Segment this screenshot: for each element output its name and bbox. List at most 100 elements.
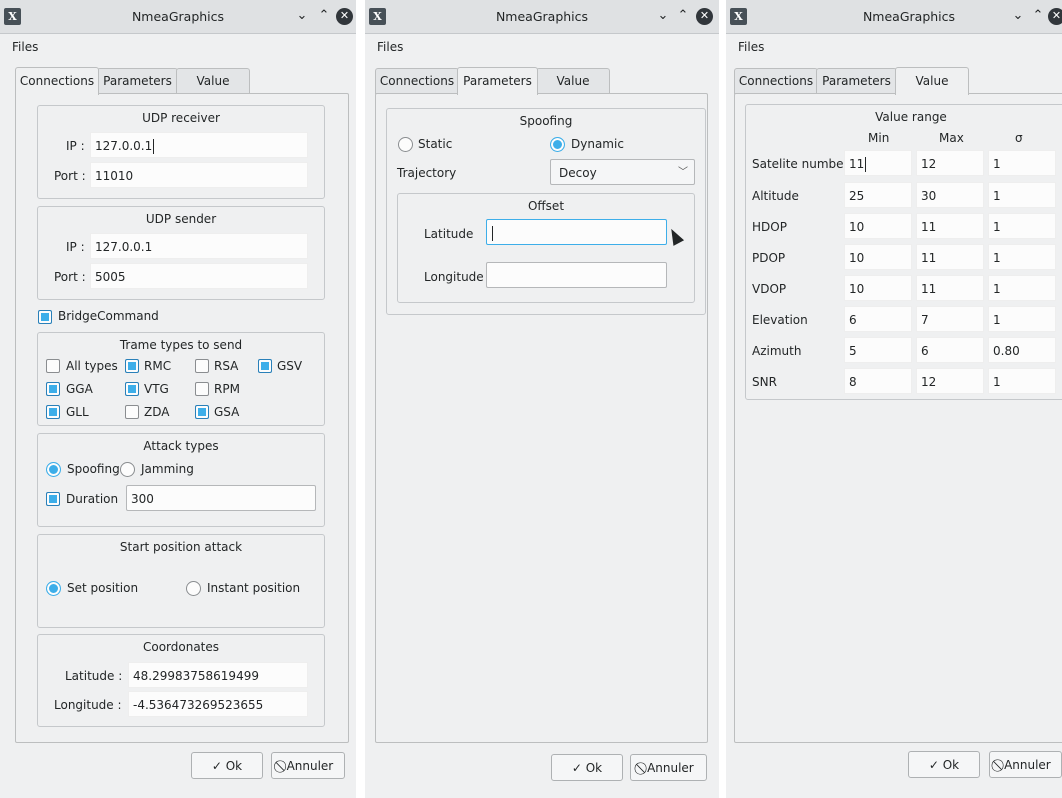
checkbox-vtg[interactable]	[125, 382, 139, 396]
sender-ip-field[interactable]: 127.0.0.1	[90, 233, 308, 259]
minimize-icon[interactable]: ⌄	[292, 6, 312, 26]
sigma-field-vdop[interactable]: 1	[988, 275, 1056, 301]
tab-connections[interactable]: Connections	[734, 68, 818, 94]
sigma-field-satelite-number[interactable]: 1	[988, 150, 1056, 176]
receiver-port-field[interactable]: 11010	[90, 162, 308, 188]
maximize-icon[interactable]: ⌃	[1028, 6, 1048, 26]
cancel-button[interactable]: ⃠ Annuler	[630, 754, 707, 781]
minimize-icon[interactable]: ⌄	[653, 6, 673, 26]
bridgecommand-checkbox[interactable]	[38, 310, 52, 324]
close-icon[interactable]: ✕	[1048, 8, 1062, 25]
tab-parameters[interactable]: Parameters	[97, 68, 178, 94]
checkbox-gga[interactable]	[46, 382, 60, 396]
min-field-hdop[interactable]: 10	[844, 213, 912, 239]
duration-label[interactable]: Duration	[66, 492, 118, 506]
sigma-field-hdop[interactable]: 1	[988, 213, 1056, 239]
receiver-ip-field[interactable]: 127.0.0.1	[90, 132, 308, 158]
tab-parameters[interactable]: Parameters	[457, 67, 538, 95]
label-instant-position[interactable]: Instant position	[207, 581, 300, 595]
max-field-azimuth[interactable]: 6	[916, 337, 984, 363]
radio-spoofing[interactable]	[46, 462, 61, 477]
min-field-vdop[interactable]: 10	[844, 275, 912, 301]
max-field-satelite-number[interactable]: 12	[916, 150, 984, 176]
label-rpm[interactable]: RPM	[214, 382, 240, 396]
sigma-field-azimuth[interactable]: 0.80	[988, 337, 1056, 363]
label-rmc[interactable]: RMC	[144, 359, 171, 373]
bridgecommand-label[interactable]: BridgeCommand	[58, 309, 159, 323]
min-field-azimuth[interactable]: 5	[844, 337, 912, 363]
menu-files[interactable]: Files	[371, 38, 409, 56]
checkbox-gsa[interactable]	[195, 405, 209, 419]
ok-button[interactable]: ✓ Ok	[551, 754, 623, 781]
offset-latitude-field[interactable]	[486, 219, 667, 245]
label-all-types[interactable]: All types	[66, 359, 118, 373]
radio-instant-position[interactable]	[186, 581, 201, 596]
titlebar[interactable]: X NmeaGraphics ⌄ ⌃ ✕	[365, 0, 719, 34]
max-field-altitude[interactable]: 30	[916, 182, 984, 208]
menu-files[interactable]: Files	[732, 38, 770, 56]
max-field-vdop[interactable]: 11	[916, 275, 984, 301]
checkbox-rsa[interactable]	[195, 359, 209, 373]
latitude-field[interactable]: 48.29983758619499	[128, 662, 308, 688]
label-gsv[interactable]: GSV	[277, 359, 302, 373]
tab-connections[interactable]: Connections	[375, 68, 459, 94]
close-icon[interactable]: ✕	[336, 8, 353, 25]
label-dynamic[interactable]: Dynamic	[571, 137, 624, 151]
maximize-icon[interactable]: ⌃	[314, 6, 334, 26]
cancel-button[interactable]: ⃠ Annuler	[989, 751, 1062, 778]
ok-button[interactable]: ✓ Ok	[908, 751, 980, 778]
close-icon[interactable]: ✕	[696, 8, 713, 25]
offset-longitude-field[interactable]	[486, 262, 667, 288]
checkbox-all-types[interactable]	[46, 359, 60, 373]
tab-parameters[interactable]: Parameters	[816, 68, 897, 94]
max-field-hdop[interactable]: 11	[916, 213, 984, 239]
duration-field[interactable]: 300	[126, 485, 316, 511]
min-field-altitude[interactable]: 25	[844, 182, 912, 208]
label-zda[interactable]: ZDA	[144, 405, 169, 419]
checkbox-gll[interactable]	[46, 405, 60, 419]
label-static[interactable]: Static	[418, 137, 452, 151]
sigma-field-altitude[interactable]: 1	[988, 182, 1056, 208]
maximize-icon[interactable]: ⌃	[673, 6, 693, 26]
minimize-icon[interactable]: ⌄	[1008, 6, 1028, 26]
checkbox-zda[interactable]	[125, 405, 139, 419]
label-jamming[interactable]: Jamming	[141, 462, 194, 476]
duration-checkbox[interactable]	[46, 492, 60, 506]
label-gll[interactable]: GLL	[66, 405, 89, 419]
sigma-field-snr[interactable]: 1	[988, 368, 1056, 394]
min-field-satelite-number[interactable]: 11	[844, 150, 912, 176]
radio-set-position[interactable]	[46, 581, 61, 596]
radio-static[interactable]	[398, 137, 413, 152]
label-gga[interactable]: GGA	[66, 382, 93, 396]
titlebar[interactable]: X NmeaGraphics ⌄ ⌃ ✕	[0, 0, 356, 34]
menu-files[interactable]: Files	[6, 38, 44, 56]
sigma-field-elevation[interactable]: 1	[988, 306, 1056, 332]
min-field-pdop[interactable]: 10	[844, 244, 912, 270]
label-gsa[interactable]: GSA	[214, 405, 239, 419]
titlebar[interactable]: X NmeaGraphics ⌄ ⌃ ✕	[726, 0, 1062, 34]
label-set-position[interactable]: Set position	[67, 581, 138, 595]
radio-dynamic[interactable]	[550, 137, 565, 152]
radio-jamming[interactable]	[120, 462, 135, 477]
min-field-elevation[interactable]: 6	[844, 306, 912, 332]
tab-value[interactable]: Value	[895, 67, 969, 95]
max-field-pdop[interactable]: 11	[916, 244, 984, 270]
max-field-elevation[interactable]: 7	[916, 306, 984, 332]
tab-connections[interactable]: Connections	[15, 67, 99, 95]
checkbox-rpm[interactable]	[195, 382, 209, 396]
checkbox-rmc[interactable]	[125, 359, 139, 373]
tab-value[interactable]: Value	[176, 68, 250, 94]
min-field-snr[interactable]: 8	[844, 368, 912, 394]
trajectory-select[interactable]: Decoy ﹀	[550, 159, 695, 185]
ok-button[interactable]: ✓ Ok	[191, 752, 263, 779]
sender-port-field[interactable]: 5005	[90, 263, 308, 289]
cancel-button[interactable]: ⃠ Annuler	[271, 752, 345, 779]
label-rsa[interactable]: RSA	[214, 359, 238, 373]
tab-value[interactable]: Value	[536, 68, 610, 94]
sigma-field-pdop[interactable]: 1	[988, 244, 1056, 270]
checkbox-gsv[interactable]	[258, 359, 272, 373]
label-spoofing[interactable]: Spoofing	[67, 462, 120, 476]
max-field-snr[interactable]: 12	[916, 368, 984, 394]
longitude-field[interactable]: -4.536473269523655	[128, 691, 308, 717]
label-vtg[interactable]: VTG	[144, 382, 169, 396]
